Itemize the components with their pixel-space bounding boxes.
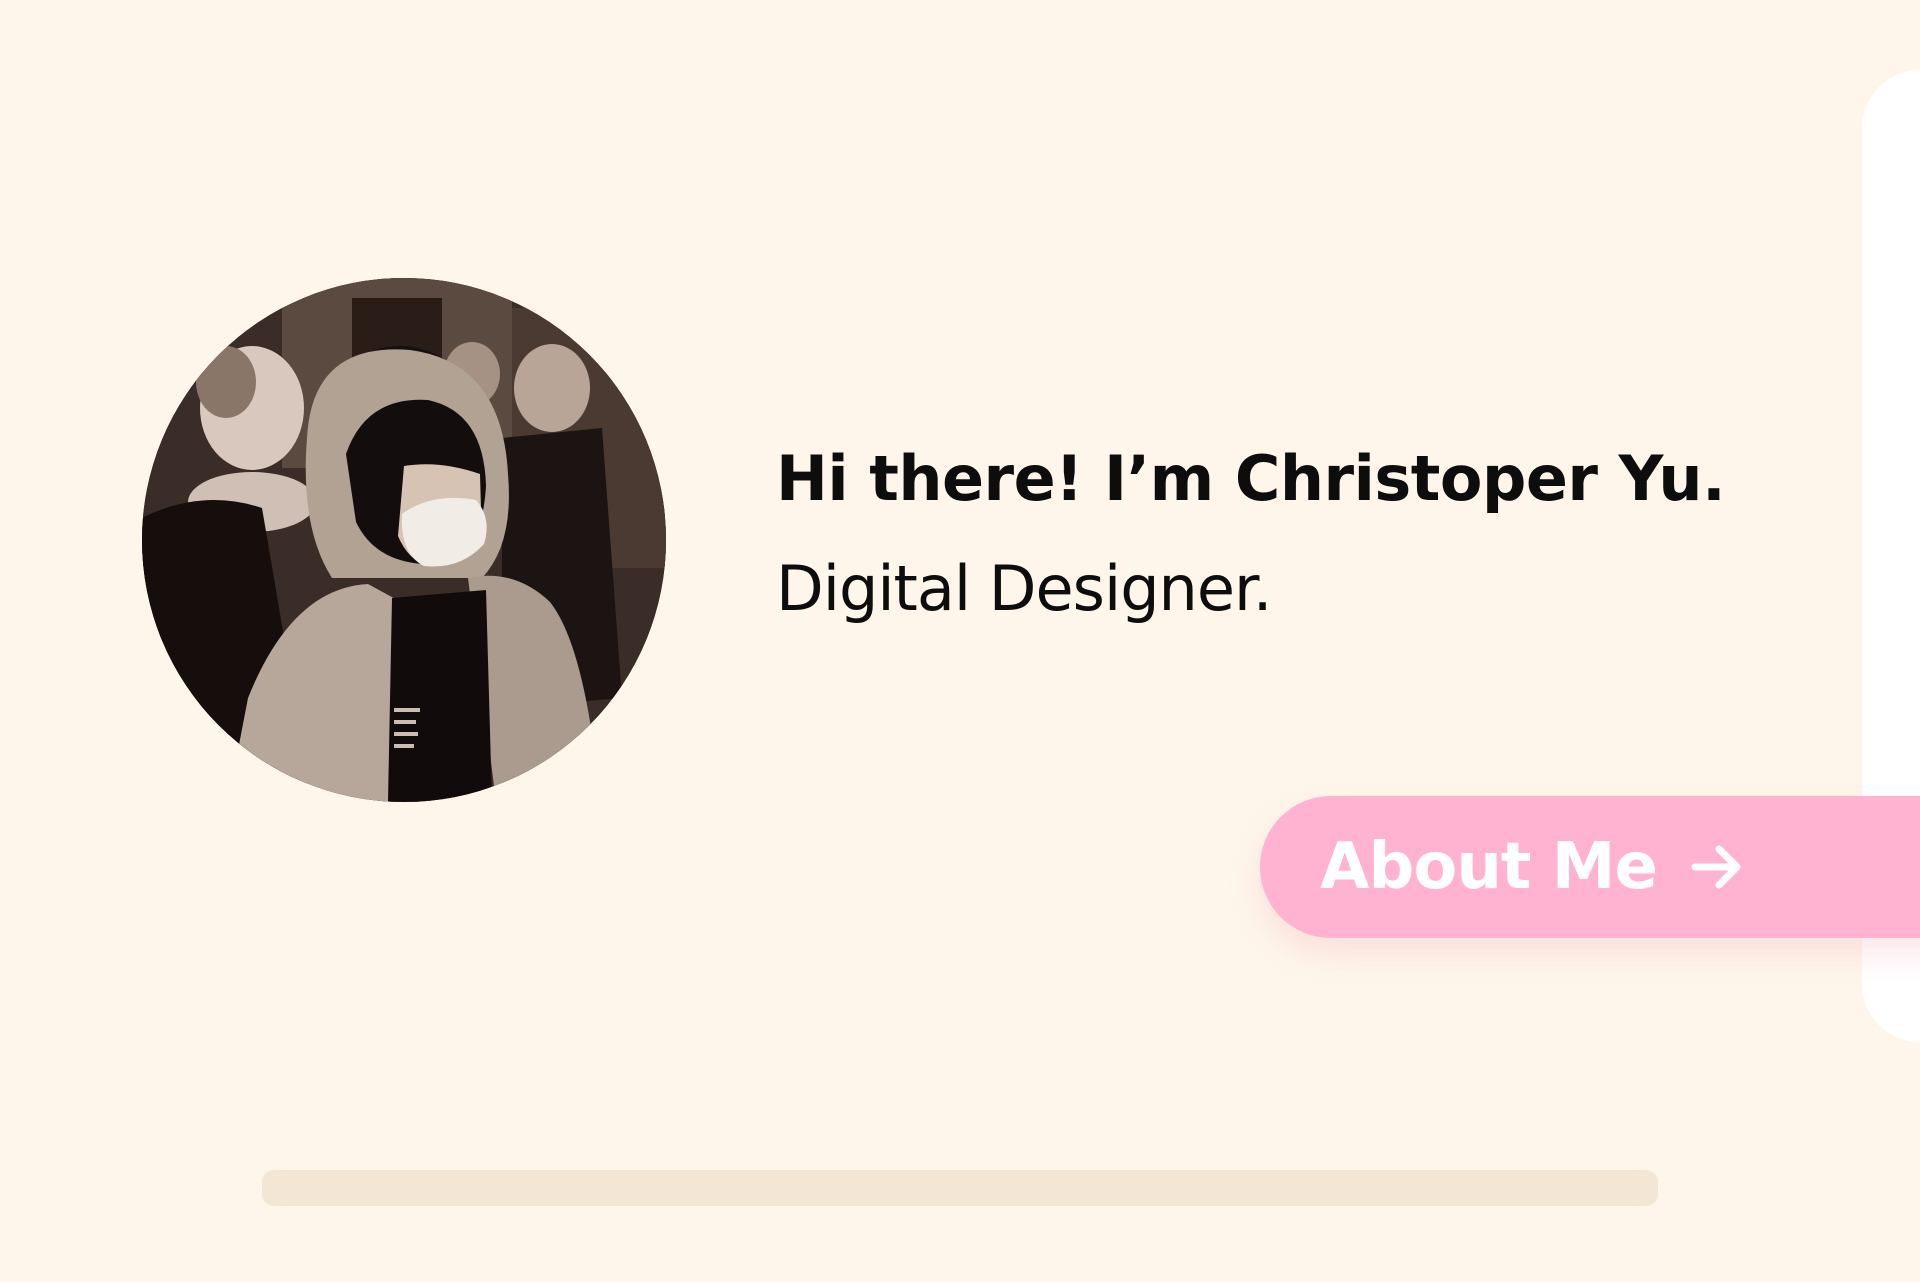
scroll-track[interactable]	[262, 1170, 1658, 1206]
profile-photo	[142, 278, 666, 802]
greeting-heading: Hi there! I’m Christoper Yu.	[776, 442, 1726, 515]
about-me-button[interactable]: About Me	[1260, 796, 1920, 938]
about-me-label: About Me	[1320, 830, 1658, 904]
arrow-right-icon	[1689, 841, 1747, 893]
profile-avatar	[142, 278, 666, 802]
role-subtitle: Digital Designer.	[776, 552, 1272, 625]
page: Hi there! I’m Christoper Yu. Digital Des…	[0, 0, 1920, 1282]
